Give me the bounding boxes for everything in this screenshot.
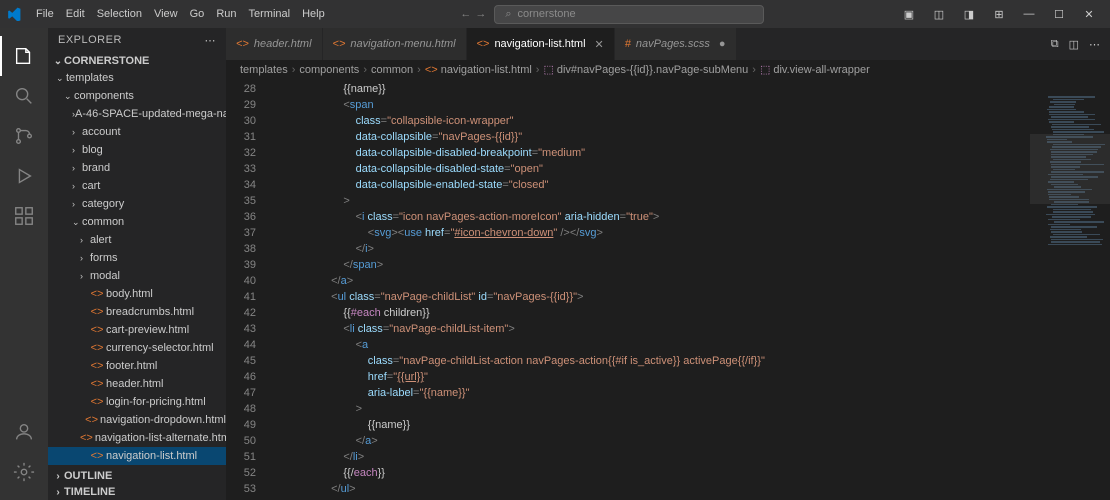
layout-toggle-icon[interactable]: ▣ xyxy=(894,0,924,28)
nav-fwd-icon[interactable]: → xyxy=(475,8,486,20)
code-editor[interactable]: {{name}} <span class="collapsible-icon-w… xyxy=(270,79,1110,500)
line-gutter: 2829303132333435363738394041424344454647… xyxy=(226,79,270,500)
panel-toggle-icon[interactable]: ◫ xyxy=(924,0,954,28)
project-root[interactable]: ⌄CORNERSTONE xyxy=(48,53,226,69)
command-center-search[interactable]: ⌕ cornerstone xyxy=(494,5,764,24)
menu-terminal[interactable]: Terminal xyxy=(243,4,297,24)
tree-item[interactable]: ›modal xyxy=(48,267,226,285)
sidebar: EXPLORER ⋯ ⌄CORNERSTONE ⌄templates⌄compo… xyxy=(48,28,226,500)
activity-bar xyxy=(0,28,48,500)
tab[interactable]: #navPages.scss● xyxy=(615,28,737,60)
titlebar: FileEditSelectionViewGoRunTerminalHelp ←… xyxy=(0,0,1110,28)
account-icon[interactable] xyxy=(0,412,48,452)
breadcrumb-item[interactable]: ⬚ div.view-all-wrapper xyxy=(760,63,870,76)
more-icon[interactable]: ⋯ xyxy=(1089,38,1100,51)
breadcrumb-item[interactable]: templates xyxy=(240,64,288,76)
menu-run[interactable]: Run xyxy=(210,4,242,24)
timeline-section[interactable]: ›TIMELINE xyxy=(48,484,226,500)
tree-item[interactable]: <>navigation-dropdown.html xyxy=(48,411,226,429)
outline-section[interactable]: ›OUTLINE xyxy=(48,468,226,484)
tree-item[interactable]: ›category xyxy=(48,195,226,213)
tree-item[interactable]: ›brand xyxy=(48,159,226,177)
tree-item[interactable]: ›blog xyxy=(48,141,226,159)
sidebar-toggle-icon[interactable]: ◨ xyxy=(954,0,984,28)
tree-item[interactable]: <>cart-preview.html xyxy=(48,321,226,339)
breadcrumb-item[interactable]: <> navigation-list.html xyxy=(425,64,532,76)
menu-bar: FileEditSelectionViewGoRunTerminalHelp xyxy=(30,4,331,24)
tree-item[interactable]: ⌄common xyxy=(48,213,226,231)
menu-go[interactable]: Go xyxy=(184,4,211,24)
tree-item[interactable]: <>footer.html xyxy=(48,357,226,375)
tree-item[interactable]: ›account xyxy=(48,123,226,141)
tree-item[interactable]: ›cart xyxy=(48,177,226,195)
breadcrumb-item[interactable]: ⬚ div#navPages-{{id}}.navPage-subMenu xyxy=(543,63,748,76)
tree-item[interactable]: <>currency-selector.html xyxy=(48,339,226,357)
menu-help[interactable]: Help xyxy=(296,4,331,24)
sidebar-header: EXPLORER ⋯ xyxy=(48,28,226,53)
menu-selection[interactable]: Selection xyxy=(91,4,148,24)
tree-item[interactable]: <>navigation-list.html xyxy=(48,447,226,465)
source-control-icon[interactable] xyxy=(0,116,48,156)
tree-item[interactable]: <>navigation-list-alternate.html xyxy=(48,429,226,447)
maximize-button[interactable]: ☐ xyxy=(1044,0,1074,28)
split-icon[interactable]: ◫ xyxy=(1069,38,1079,51)
explorer-title: EXPLORER xyxy=(58,34,122,47)
vscode-logo-icon xyxy=(6,6,22,22)
explorer-icon[interactable] xyxy=(0,36,48,76)
nav-back-icon[interactable]: ← xyxy=(460,8,471,20)
menu-view[interactable]: View xyxy=(148,4,184,24)
tree-item[interactable]: <>header.html xyxy=(48,375,226,393)
extensions-icon[interactable] xyxy=(0,196,48,236)
search-placeholder: cornerstone xyxy=(518,8,576,20)
tab[interactable]: <>navigation-list.html✕ xyxy=(467,28,615,60)
minimap[interactable] xyxy=(1030,92,1110,500)
editor-tabs: <>header.html<>navigation-menu.html<>nav… xyxy=(226,28,1110,60)
tree-item[interactable]: <>body.html xyxy=(48,285,226,303)
breadcrumb-item[interactable]: common xyxy=(371,64,413,76)
tree-item[interactable]: ›A-46-SPACE-updated-mega-navig... xyxy=(48,105,226,123)
compare-icon[interactable]: ⧉ xyxy=(1051,38,1059,51)
search-icon[interactable] xyxy=(0,76,48,116)
tab[interactable]: <>header.html xyxy=(226,28,323,60)
nav-arrows[interactable]: ← → xyxy=(460,8,486,20)
tree-item[interactable]: ›alert xyxy=(48,231,226,249)
tree-item[interactable]: <>breadcrumbs.html xyxy=(48,303,226,321)
minimize-button[interactable]: — xyxy=(1014,0,1044,28)
tree-item[interactable]: ⌄components xyxy=(48,87,226,105)
search-icon: ⌕ xyxy=(505,8,511,21)
menu-edit[interactable]: Edit xyxy=(60,4,91,24)
tree-item[interactable]: ›forms xyxy=(48,249,226,267)
breadcrumb[interactable]: templates›components›common›<> navigatio… xyxy=(226,60,1110,79)
menu-file[interactable]: File xyxy=(30,4,60,24)
editor-area: <>header.html<>navigation-menu.html<>nav… xyxy=(226,28,1110,500)
tree-item[interactable]: ⌄templates xyxy=(48,69,226,87)
close-button[interactable]: ✕ xyxy=(1074,0,1104,28)
breadcrumb-item[interactable]: components xyxy=(299,64,359,76)
customize-icon[interactable]: ⊞ xyxy=(984,0,1014,28)
tab[interactable]: <>navigation-menu.html xyxy=(323,28,467,60)
file-tree[interactable]: ⌄templates⌄components›A-46-SPACE-updated… xyxy=(48,69,226,468)
run-debug-icon[interactable] xyxy=(0,156,48,196)
settings-icon[interactable] xyxy=(0,452,48,492)
tree-item[interactable]: <>login-for-pricing.html xyxy=(48,393,226,411)
more-icon[interactable]: ⋯ xyxy=(205,34,217,47)
